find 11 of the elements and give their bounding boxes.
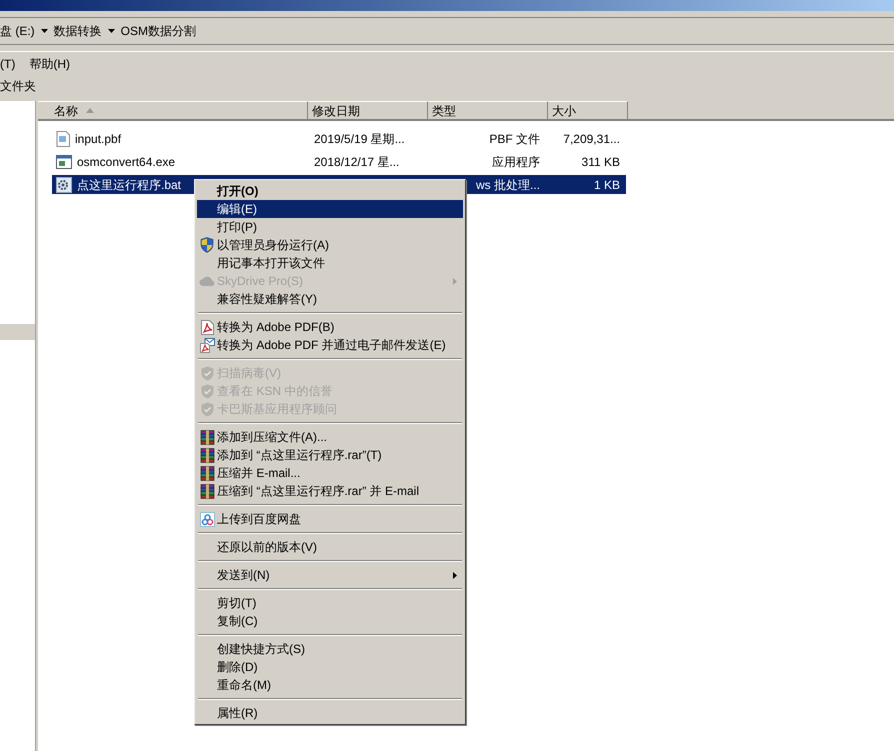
modified-date: 2019/5/19 星期...: [314, 132, 405, 146]
file-size: 311 KB: [582, 154, 620, 170]
file-name: osmconvert64.exe: [77, 154, 176, 170]
file-size: 7,209,31...: [563, 130, 620, 148]
file-type: PBF 文件: [489, 130, 540, 148]
modified-date: 2018/12/17 星...: [314, 154, 400, 168]
file-type: ws 批处理...: [476, 176, 540, 194]
file-name: 点这里运行程序.bat: [77, 176, 182, 194]
file-size: 1 KB: [594, 176, 620, 194]
file-name: input.pbf: [75, 130, 122, 148]
file-type: 应用程序: [492, 154, 540, 170]
